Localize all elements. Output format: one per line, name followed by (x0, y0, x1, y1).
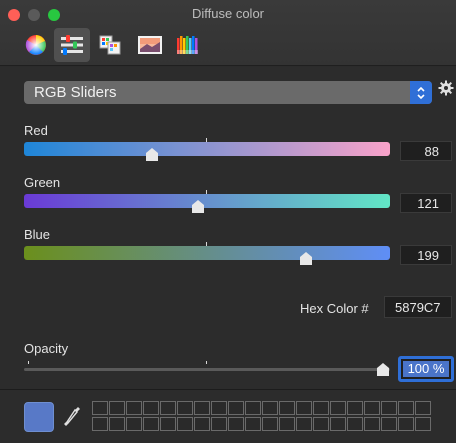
opacity-tick (206, 361, 207, 364)
blue-label: Blue (24, 227, 51, 242)
pencils-icon (177, 36, 198, 54)
green-label: Green (24, 175, 61, 190)
saved-color-cell[interactable] (160, 401, 176, 415)
saved-color-cell[interactable] (262, 417, 278, 431)
tab-color-wheel[interactable] (18, 28, 54, 62)
saved-color-cell[interactable] (313, 401, 329, 415)
saved-color-cell[interactable] (177, 417, 193, 431)
tab-color-palettes[interactable] (92, 28, 128, 62)
saved-color-cell[interactable] (415, 401, 431, 415)
chevron-up-down-icon (410, 81, 432, 104)
opacity-slider-track[interactable] (24, 368, 390, 371)
saved-color-cell[interactable] (398, 417, 414, 431)
opacity-field[interactable]: 100 % (398, 356, 454, 382)
palette-icon (99, 35, 121, 55)
tab-pencils[interactable] (170, 28, 206, 62)
saved-color-cell[interactable] (347, 417, 363, 431)
window-title: Diffuse color (191, 6, 264, 21)
red-center-tick (206, 138, 207, 142)
saved-color-cell[interactable] (194, 417, 210, 431)
saved-color-cell[interactable] (228, 417, 244, 431)
mode-select-value: RGB Sliders (34, 84, 117, 101)
opacity-value: 100 % (403, 361, 449, 377)
color-picker-window: Diffuse color RGB Sliders Red 88 Green 1… (0, 0, 456, 443)
saved-color-cell[interactable] (109, 401, 125, 415)
color-wheel-icon (25, 35, 46, 55)
blue-value-field[interactable]: 199 (400, 245, 452, 265)
hex-color-field[interactable]: 5879C7 (384, 296, 452, 318)
saved-color-cell[interactable] (211, 401, 227, 415)
opacity-tick (28, 361, 29, 364)
saved-color-cell[interactable] (126, 401, 142, 415)
saved-color-cell[interactable] (143, 401, 159, 415)
saved-color-cell[interactable] (330, 417, 346, 431)
saved-color-cell[interactable] (194, 401, 210, 415)
hex-color-label: Hex Color # (300, 301, 369, 316)
saved-color-cell[interactable] (296, 417, 312, 431)
red-slider-thumb[interactable] (145, 147, 159, 162)
saved-color-cell[interactable] (143, 417, 159, 431)
image-icon (138, 36, 162, 54)
green-center-tick (206, 190, 207, 194)
current-color-swatch[interactable] (24, 402, 54, 432)
saved-color-cell[interactable] (279, 401, 295, 415)
tab-color-sliders[interactable] (54, 28, 90, 62)
green-value-field[interactable]: 121 (400, 193, 452, 213)
saved-color-cell[interactable] (398, 401, 414, 415)
sliders-icon (61, 35, 83, 55)
eyedropper-icon[interactable] (64, 405, 82, 429)
saved-color-cell[interactable] (313, 417, 329, 431)
red-value-field[interactable]: 88 (400, 141, 452, 161)
opacity-label: Opacity (24, 341, 69, 356)
divider (0, 389, 456, 390)
sliders-panel: RGB Sliders Red 88 Green 121 Blue 199 He… (0, 67, 456, 443)
saved-color-cell[interactable] (415, 417, 431, 431)
red-slider-track[interactable] (24, 142, 390, 156)
saved-color-cell[interactable] (245, 401, 261, 415)
mode-select[interactable]: RGB Sliders (24, 81, 432, 104)
saved-color-cell[interactable] (364, 417, 380, 431)
tab-image-palettes[interactable] (132, 28, 168, 62)
saved-color-cell[interactable] (279, 417, 295, 431)
saved-color-cell[interactable] (381, 401, 397, 415)
saved-color-cell[interactable] (245, 417, 261, 431)
saved-color-cell[interactable] (126, 417, 142, 431)
green-slider-thumb[interactable] (191, 199, 205, 214)
saved-color-cell[interactable] (262, 401, 278, 415)
saved-colors-grid (92, 401, 448, 433)
saved-color-cell[interactable] (296, 401, 312, 415)
saved-color-cell[interactable] (228, 401, 244, 415)
saved-color-cell[interactable] (330, 401, 346, 415)
saved-color-cell[interactable] (364, 401, 380, 415)
saved-color-cell[interactable] (92, 417, 108, 431)
opacity-slider-thumb[interactable] (376, 362, 390, 377)
saved-color-cell[interactable] (160, 417, 176, 431)
saved-color-cell[interactable] (211, 417, 227, 431)
blue-center-tick (206, 242, 207, 246)
green-slider-track[interactable] (24, 194, 390, 208)
saved-color-cell[interactable] (92, 401, 108, 415)
saved-color-cell[interactable] (177, 401, 193, 415)
saved-color-cell[interactable] (347, 401, 363, 415)
saved-color-cell[interactable] (109, 417, 125, 431)
red-label: Red (24, 123, 48, 138)
blue-slider-track[interactable] (24, 246, 390, 260)
blue-slider-thumb[interactable] (299, 251, 313, 266)
saved-color-cell[interactable] (381, 417, 397, 431)
gear-icon[interactable] (438, 80, 454, 96)
title-bar: Diffuse color (0, 0, 456, 66)
